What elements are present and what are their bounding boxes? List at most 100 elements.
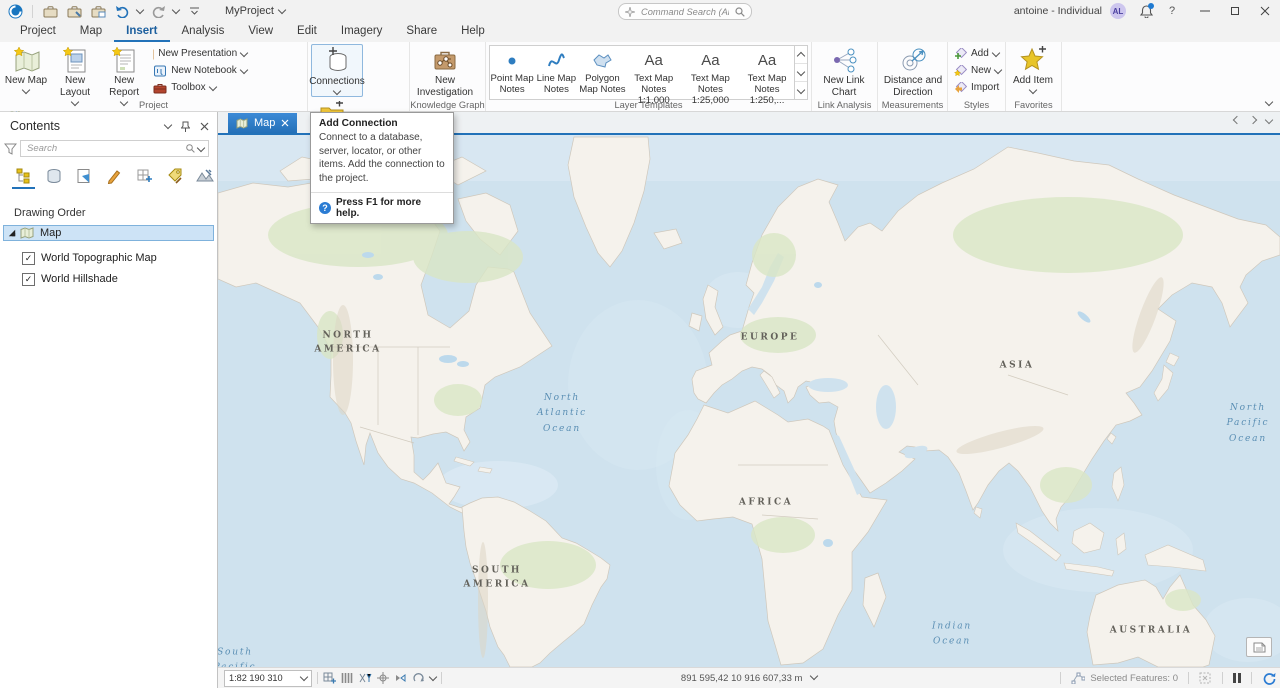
next-tab-icon[interactable]	[1249, 116, 1257, 124]
point-map-notes-button[interactable]: Point Map Notes	[490, 46, 534, 99]
map-overview-button[interactable]	[1246, 637, 1272, 657]
contents-search-box[interactable]	[20, 140, 209, 157]
knowledge-graph-group-label: Knowledge Graph	[410, 99, 485, 111]
tab-insert[interactable]: Insert	[114, 22, 169, 42]
redo-dropdown-chevron-icon[interactable]	[172, 6, 180, 14]
xy-coordinates-icon[interactable]	[358, 672, 372, 684]
pin-icon[interactable]	[181, 121, 190, 132]
save-project-icon[interactable]	[41, 2, 59, 20]
polygon-map-notes-button[interactable]: Polygon Map Notes	[579, 46, 627, 99]
layer-row-world-hillshade[interactable]: World Hillshade	[0, 271, 217, 287]
styles-new-button[interactable]: New	[951, 62, 1004, 79]
list-by-snapping-button[interactable]	[133, 165, 156, 187]
tab-map[interactable]: Map	[68, 22, 114, 42]
clear-selection-icon[interactable]	[1199, 672, 1212, 684]
list-by-data-source-button[interactable]	[42, 165, 65, 187]
layer-row-world-topographic[interactable]: World Topographic Map	[0, 250, 217, 266]
filter-icon[interactable]	[4, 143, 17, 155]
avatar[interactable]: AL	[1110, 3, 1126, 19]
new-map-button[interactable]: New Map	[3, 44, 49, 95]
coordinates-value[interactable]: 891 595,42 10 916 607,33 m	[681, 673, 803, 684]
crosshair-icon[interactable]	[377, 672, 389, 684]
command-search[interactable]	[618, 3, 752, 20]
search-options-chevron-icon[interactable]	[197, 143, 205, 151]
previous-tab-icon[interactable]	[1233, 116, 1241, 124]
new-report-button[interactable]: New Report	[101, 44, 147, 107]
map-tree-item[interactable]: Map	[3, 225, 214, 241]
package-project-icon[interactable]	[89, 2, 107, 20]
columns-icon[interactable]	[341, 672, 353, 684]
list-by-selection-button[interactable]	[73, 165, 96, 187]
new-layout-button[interactable]: New Layout	[52, 44, 98, 107]
list-by-drawing-order-button[interactable]	[12, 165, 35, 189]
tab-analysis[interactable]: Analysis	[170, 22, 237, 42]
help-icon[interactable]: ?	[1162, 5, 1182, 17]
notifications-bell-icon[interactable]	[1136, 0, 1156, 22]
tab-navigation	[1234, 117, 1272, 125]
account-label[interactable]: antoine - Individual	[1014, 5, 1102, 17]
rotate-selector-icon[interactable]	[412, 672, 425, 684]
text-map-notes-25000-button[interactable]: Aa Text Map Notes 1:25,000	[681, 46, 739, 99]
map-view-tab[interactable]: Map	[228, 113, 297, 133]
styles-add-button[interactable]: Add	[951, 45, 1004, 62]
maximize-button[interactable]	[1220, 0, 1250, 22]
undo-dropdown-chevron-icon[interactable]	[136, 6, 144, 14]
undo-icon[interactable]	[113, 2, 131, 20]
list-by-editing-button[interactable]	[103, 165, 126, 187]
customize-quick-access-icon[interactable]	[185, 2, 203, 20]
grid-plus-icon[interactable]	[323, 672, 336, 684]
line-map-notes-button[interactable]: Line Map Notes	[534, 46, 578, 99]
layer-checkbox[interactable]	[22, 273, 35, 286]
tab-imagery[interactable]: Imagery	[329, 22, 395, 42]
list-by-labeling-button[interactable]	[163, 165, 186, 187]
contents-close-icon[interactable]	[200, 122, 209, 131]
gallery-scroll-up-button[interactable]	[795, 46, 807, 64]
contents-menu-chevron-icon[interactable]	[164, 121, 172, 129]
project-title[interactable]: MyProject	[225, 5, 285, 17]
new-link-chart-button[interactable]: New Link Chart	[815, 44, 873, 99]
toolbox-button[interactable]: Toolbox	[150, 79, 250, 96]
text-map-notes-1000-button[interactable]: Aa Text Map Notes 1:1,000	[626, 46, 681, 99]
collapse-ribbon-icon[interactable]	[1265, 98, 1273, 106]
tools-chevron-icon[interactable]	[429, 673, 437, 681]
styles-add-icon	[954, 48, 967, 60]
save-project-as-icon[interactable]	[65, 2, 83, 20]
new-notebook-button[interactable]: New Notebook	[150, 62, 250, 79]
text-map-notes-icon: Aa	[701, 52, 719, 69]
connections-button[interactable]: Connections	[311, 44, 363, 97]
text-map-notes-250000-button[interactable]: Aa Text Map Notes 1:250,...	[740, 46, 795, 99]
redo-icon[interactable]	[149, 2, 167, 20]
new-presentation-button[interactable]: New Presentation	[150, 45, 250, 62]
text-map-notes-icon: Aa	[758, 52, 776, 69]
flip-icon[interactable]	[394, 672, 407, 684]
selected-features-label[interactable]: Selected Features: 0	[1090, 673, 1178, 684]
scale-combobox[interactable]: 1:82 190 310	[224, 670, 312, 687]
refresh-icon[interactable]	[1262, 672, 1276, 685]
tab-help[interactable]: Help	[449, 22, 497, 42]
close-button[interactable]	[1250, 0, 1280, 22]
expander-icon[interactable]	[9, 230, 15, 236]
tab-list-chevron-icon[interactable]	[1265, 116, 1273, 124]
distance-and-direction-button[interactable]: Distance and Direction	[881, 44, 945, 99]
pause-drawing-icon[interactable]	[1233, 673, 1241, 683]
list-by-perspective-button[interactable]	[194, 165, 217, 187]
contents-search-input[interactable]	[25, 142, 183, 155]
styles-import-button[interactable]: Import	[951, 79, 1004, 96]
tab-edit[interactable]: Edit	[285, 22, 329, 42]
gallery-expand-button[interactable]	[795, 82, 807, 99]
command-search-input[interactable]	[639, 6, 731, 18]
gallery-scroll-down-button[interactable]	[795, 64, 807, 82]
add-item-button[interactable]: Add Item	[1009, 44, 1057, 95]
selected-features-icon[interactable]	[1071, 672, 1085, 684]
layer-checkbox[interactable]	[22, 252, 35, 265]
tab-view[interactable]: View	[236, 22, 285, 42]
connections-chevron-icon	[333, 87, 341, 95]
minimize-button[interactable]	[1190, 0, 1220, 22]
arcgis-pro-logo-icon[interactable]	[6, 2, 24, 20]
tab-share[interactable]: Share	[394, 22, 449, 42]
coordinates-chevron-icon[interactable]	[810, 671, 818, 679]
close-tab-icon[interactable]	[281, 119, 289, 127]
connections-icon	[324, 46, 350, 76]
tab-project[interactable]: Project	[8, 22, 68, 42]
new-investigation-button[interactable]: New Investigation	[413, 44, 477, 99]
